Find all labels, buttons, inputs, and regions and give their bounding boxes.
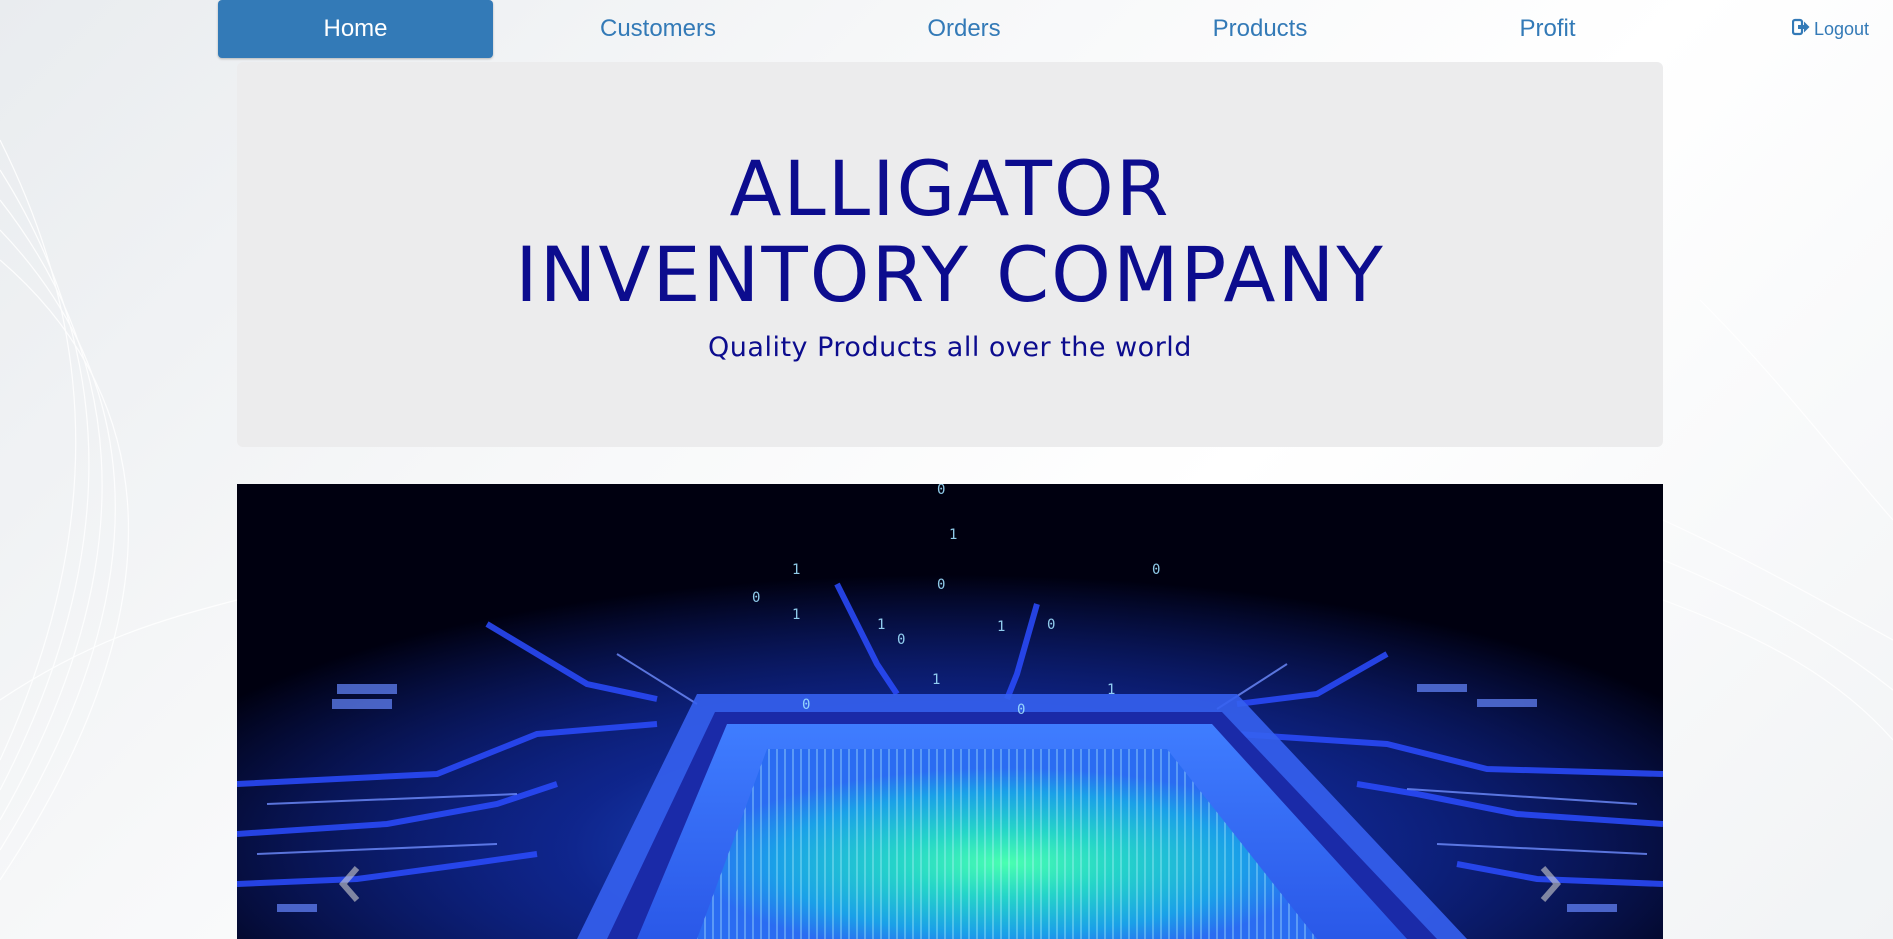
svg-text:0: 0 [1047, 617, 1055, 633]
title-line-2: INVENTORY COMPANY [515, 230, 1385, 319]
nav-profit[interactable]: Profit [1470, 0, 1625, 58]
nav-home[interactable]: Home [218, 0, 493, 58]
svg-text:0: 0 [1152, 562, 1160, 578]
circuit-board-chip-image: 0 1 0 1 0 1 1 0 1 0 0 1 0 0 1 [237, 484, 1663, 939]
chevron-left-icon [335, 864, 365, 909]
logout-button[interactable]: Logout [1791, 17, 1870, 41]
svg-text:1: 1 [949, 527, 957, 543]
svg-text:1: 1 [997, 619, 1005, 635]
title-line-1: ALLIGATOR [729, 144, 1171, 233]
hero-subtitle: Quality Products all over the world [708, 332, 1192, 363]
logout-icon [1791, 18, 1810, 41]
image-carousel: 0 1 0 1 0 1 1 0 1 0 0 1 0 0 1 [237, 484, 1663, 939]
page-title: ALLIGATOR INVENTORY COMPANY [237, 146, 1663, 318]
svg-text:0: 0 [752, 590, 760, 606]
nav-orders[interactable]: Orders [880, 0, 1048, 58]
nav-customers[interactable]: Customers [548, 0, 768, 58]
svg-text:0: 0 [937, 484, 945, 498]
nav-products[interactable]: Products [1160, 0, 1360, 58]
svg-text:0: 0 [897, 632, 905, 648]
logout-label: Logout [1814, 18, 1870, 39]
svg-text:1: 1 [792, 607, 800, 623]
svg-text:1: 1 [792, 562, 800, 578]
carousel-prev-button[interactable] [320, 856, 380, 916]
svg-text:1: 1 [1107, 682, 1115, 698]
svg-text:1: 1 [877, 617, 885, 633]
chevron-right-icon [1535, 864, 1565, 909]
svg-text:0: 0 [1017, 702, 1025, 718]
hero-banner: ALLIGATOR INVENTORY COMPANY Quality Prod… [237, 62, 1663, 447]
main-nav: Home Customers Orders Products Profit Lo… [0, 0, 1893, 60]
svg-text:0: 0 [802, 697, 810, 713]
svg-text:0: 0 [937, 577, 945, 593]
carousel-next-button[interactable] [1520, 856, 1580, 916]
svg-text:1: 1 [932, 672, 940, 688]
